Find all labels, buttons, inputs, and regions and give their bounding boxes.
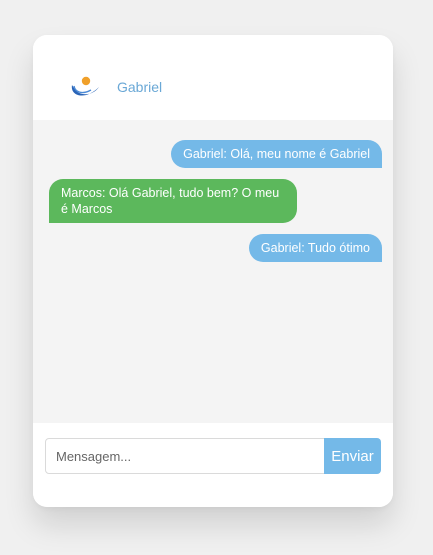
composer: Enviar — [33, 423, 393, 507]
message-bubble-received: Marcos: Olá Gabriel, tudo bem? O meu é M… — [49, 179, 297, 223]
message-bubble-sent: Gabriel: Tudo ótimo — [248, 234, 382, 262]
message-bubble-sent: Gabriel: Olá, meu nome é Gabriel — [171, 140, 382, 168]
message-input[interactable] — [45, 438, 325, 474]
contact-name: Gabriel — [117, 79, 163, 95]
send-button[interactable]: Enviar — [324, 438, 381, 474]
message-list: Gabriel: Olá, meu nome é Gabriel Marcos:… — [33, 120, 393, 423]
chat-window: Gabriel Gabriel: Olá, meu nome é Gabriel… — [33, 35, 393, 507]
chat-header: Gabriel — [33, 35, 393, 120]
logo-icon — [71, 76, 99, 96]
